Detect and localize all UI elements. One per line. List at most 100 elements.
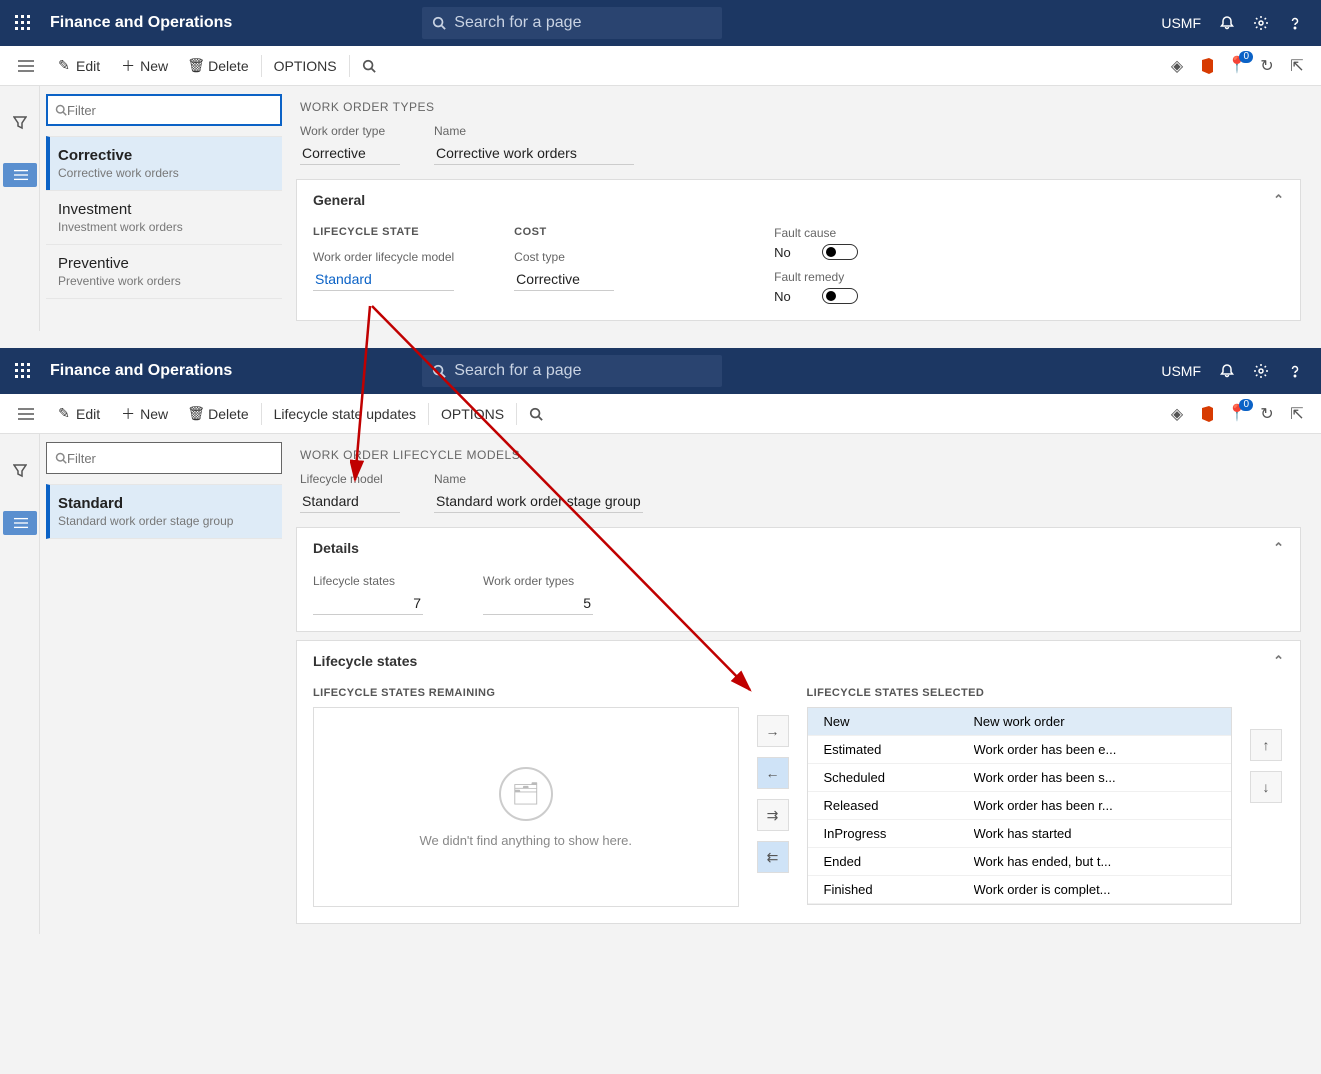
sidebar-item-sub: Standard work order stage group	[58, 514, 270, 528]
global-search[interactable]: Search for a page	[422, 7, 722, 39]
lifecycle-state-updates-button[interactable]: Lifecycle state updates	[264, 394, 426, 433]
bell-icon[interactable]	[1219, 15, 1235, 31]
details-card-header[interactable]: Details ⌃	[297, 528, 1300, 568]
empty-state: 🗂 We didn't find anything to show here.	[313, 707, 739, 907]
filter-input[interactable]	[67, 103, 273, 118]
filter-rail-icon[interactable]	[13, 116, 27, 135]
options-button[interactable]: OPTIONS	[431, 394, 514, 433]
screen-lifecycle-models: Finance and Operations Search for a page…	[0, 348, 1321, 934]
action-bar: ✎Edit ＋New 🗑Delete Lifecycle state updat…	[0, 394, 1321, 434]
attach-icon[interactable]: ◈	[1169, 406, 1185, 422]
page-heading: WORK ORDER LIFECYCLE MODELS	[296, 444, 1301, 472]
lifecycle-states-card-header[interactable]: Lifecycle states ⌃	[297, 641, 1300, 681]
state-key: Estimated	[824, 742, 974, 757]
popout-icon[interactable]: ⇱	[1289, 58, 1305, 74]
table-row[interactable]: InProgressWork has started	[808, 820, 1232, 848]
global-search[interactable]: Search for a page	[422, 355, 722, 387]
table-row[interactable]: ScheduledWork order has been s...	[808, 764, 1232, 792]
trash-icon: 🗑	[188, 406, 204, 422]
edit-button[interactable]: ✎Edit	[46, 46, 110, 85]
refresh-icon[interactable]: ↻	[1259, 58, 1275, 74]
office-icon[interactable]	[1199, 406, 1215, 422]
table-row[interactable]: EstimatedWork order has been e...	[808, 736, 1232, 764]
sidebar-item-title: Standard	[58, 495, 270, 512]
reorder-buttons: ↑ ↓	[1248, 687, 1284, 907]
sidebar-item-title: Preventive	[58, 255, 270, 272]
app-launcher-icon[interactable]	[0, 15, 46, 31]
sidebar-item-preventive[interactable]: Preventive Preventive work orders	[46, 244, 282, 299]
filter-input[interactable]	[67, 451, 273, 466]
sidebar-item-title: Corrective	[58, 147, 270, 164]
list-rail-icon[interactable]	[3, 163, 37, 187]
filter-rail-icon[interactable]	[13, 464, 27, 483]
pencil-icon: ✎	[56, 58, 72, 74]
table-row[interactable]: EndedWork has ended, but t...	[808, 848, 1232, 876]
state-desc: Work has ended, but t...	[974, 854, 1216, 869]
table-row[interactable]: ReleasedWork order has been r...	[808, 792, 1232, 820]
move-all-left-button[interactable]: ⇇	[757, 841, 789, 873]
top-bar: Finance and Operations Search for a page…	[0, 0, 1321, 46]
chevron-up-icon: ⌃	[1273, 653, 1284, 669]
pin-button[interactable]: 📍0	[1229, 405, 1245, 423]
pencil-icon: ✎	[56, 406, 72, 422]
sidebar-filter[interactable]	[46, 94, 282, 126]
sidebar-item-sub: Corrective work orders	[58, 166, 270, 180]
search-icon	[432, 364, 446, 378]
pin-button[interactable]: 📍0	[1229, 57, 1245, 75]
list-rail-icon[interactable]	[3, 511, 37, 535]
bell-icon[interactable]	[1219, 363, 1235, 379]
main-content: WORK ORDER TYPES Work order type Correct…	[288, 86, 1321, 331]
new-button[interactable]: ＋New	[110, 46, 178, 85]
app-launcher-icon[interactable]	[0, 363, 46, 379]
sidebar-filter[interactable]	[46, 442, 282, 474]
fault-cause-toggle[interactable]	[822, 244, 858, 260]
refresh-icon[interactable]: ↻	[1259, 406, 1275, 422]
lifecycle-states-card: Lifecycle states ⌃ LIFECYCLE STATES REMA…	[296, 640, 1301, 924]
options-button[interactable]: OPTIONS	[264, 46, 347, 85]
gear-icon[interactable]	[1253, 15, 1269, 31]
sidebar-item-corrective[interactable]: Corrective Corrective work orders	[46, 136, 282, 190]
help-icon[interactable]	[1287, 363, 1303, 379]
general-card-header[interactable]: General ⌃	[297, 180, 1300, 220]
move-right-button[interactable]: →	[757, 715, 789, 747]
move-buttons: → ← ⇉ ⇇	[755, 687, 791, 907]
delete-button[interactable]: 🗑Delete	[178, 46, 258, 85]
move-all-right-button[interactable]: ⇉	[757, 799, 789, 831]
edit-button[interactable]: ✎Edit	[46, 394, 110, 433]
lifecycle-model-field: Lifecycle model Standard	[300, 472, 400, 513]
popout-icon[interactable]: ⇱	[1289, 406, 1305, 422]
office-icon[interactable]	[1199, 58, 1215, 74]
sidebar-item-investment[interactable]: Investment Investment work orders	[46, 190, 282, 244]
nav-toggle-icon[interactable]	[6, 60, 46, 72]
help-icon[interactable]	[1287, 15, 1303, 31]
fault-section: Fault cause No Fault remedy No	[774, 226, 858, 304]
move-left-button[interactable]: ←	[757, 757, 789, 789]
state-desc: Work order has been r...	[974, 798, 1216, 813]
new-button[interactable]: ＋New	[110, 394, 178, 433]
lifecycle-model-link[interactable]: Standard	[313, 268, 454, 291]
sidebar-item-sub: Preventive work orders	[58, 274, 270, 288]
cost-type-field[interactable]: Corrective	[514, 268, 614, 291]
table-row[interactable]: FinishedWork order is complet...	[808, 876, 1232, 904]
page-search-button[interactable]	[352, 46, 386, 85]
move-up-button[interactable]: ↑	[1250, 729, 1282, 761]
attach-icon[interactable]: ◈	[1169, 58, 1185, 74]
gear-icon[interactable]	[1253, 363, 1269, 379]
page-search-button[interactable]	[519, 394, 553, 433]
lifecycle-state-section: LIFECYCLE STATE Work order lifecycle mod…	[313, 226, 454, 304]
state-desc: Work order has been e...	[974, 742, 1216, 757]
state-key: Finished	[824, 882, 974, 897]
company-picker[interactable]: USMF	[1161, 15, 1201, 31]
sidebar-item-standard[interactable]: Standard Standard work order stage group	[46, 484, 282, 539]
company-picker[interactable]: USMF	[1161, 363, 1201, 379]
details-card: Details ⌃ Lifecycle states 7 Work order …	[296, 527, 1301, 632]
move-down-button[interactable]: ↓	[1250, 771, 1282, 803]
table-row[interactable]: NewNew work order	[808, 708, 1232, 736]
state-key: InProgress	[824, 826, 974, 841]
nav-toggle-icon[interactable]	[6, 408, 46, 420]
delete-button[interactable]: 🗑Delete	[178, 394, 258, 433]
fault-remedy-toggle[interactable]	[822, 288, 858, 304]
search-placeholder: Search for a page	[454, 362, 581, 380]
chevron-up-icon: ⌃	[1273, 540, 1284, 556]
app-title: Finance and Operations	[46, 14, 232, 32]
